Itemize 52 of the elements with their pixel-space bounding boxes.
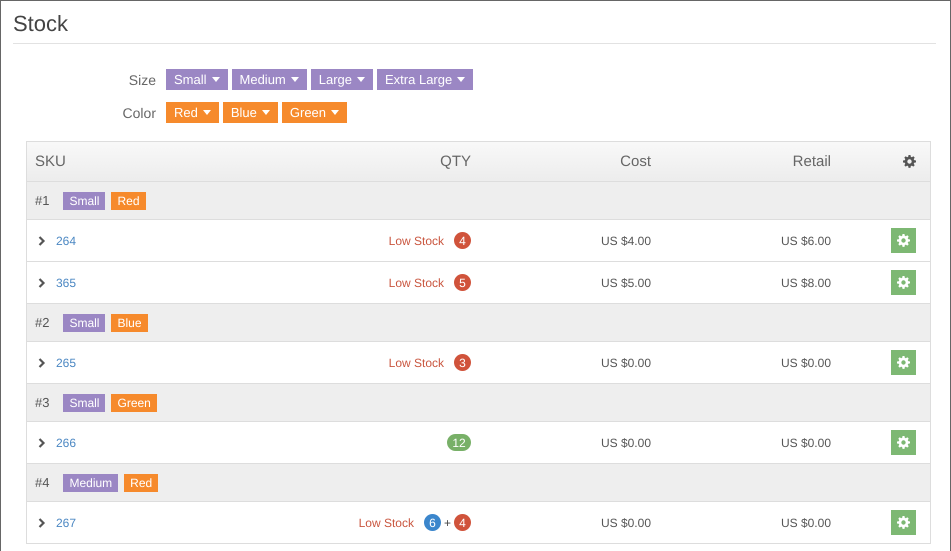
retail-cell: US $8.00 [780, 276, 831, 290]
filter-dropdown[interactable]: Small [166, 69, 228, 90]
filter-label: Color [122, 104, 156, 120]
sku-link[interactable]: 265 [56, 356, 76, 370]
cost-cell: US $0.00 [600, 516, 651, 530]
tag: Medium [63, 474, 118, 492]
column-header: QTY [440, 153, 471, 170]
sku-link[interactable]: 266 [56, 436, 76, 450]
cost-cell: US $0.00 [600, 436, 651, 450]
count-badge: 6 [424, 514, 441, 531]
tag: Green [111, 394, 157, 412]
count-badge: 12 [447, 434, 471, 451]
filter-dropdown[interactable]: Green [282, 102, 348, 123]
count-badge: 5 [454, 274, 471, 291]
plus-sign: + [444, 516, 451, 530]
column-header: SKU [35, 153, 67, 170]
group-label: #1 [35, 193, 50, 208]
tag: Red [124, 474, 158, 492]
count-badge: 4 [454, 514, 471, 531]
stock-status: Low Stock [358, 516, 414, 530]
tag: Red [111, 192, 146, 210]
filter-dropdown[interactable]: Large [310, 69, 374, 90]
cost-cell: US $5.00 [600, 276, 651, 290]
retail-cell: US $0.00 [780, 516, 831, 530]
filter-dropdown[interactable]: Extra Large [377, 69, 474, 90]
filter-dropdown[interactable]: Red [166, 102, 219, 123]
cost-cell: US $4.00 [600, 234, 651, 248]
sku-link[interactable]: 267 [56, 516, 76, 530]
stock-status: Low Stock [388, 234, 444, 248]
count-badge: 4 [454, 232, 471, 249]
group-label: #2 [35, 315, 50, 330]
stock-status: Low Stock [388, 276, 444, 290]
group-label: #4 [35, 475, 50, 490]
filter-label: Size [128, 72, 156, 88]
column-header: Retail [792, 153, 831, 170]
tag: Small [63, 314, 106, 332]
tag: Small [63, 394, 106, 412]
cost-cell: US $0.00 [600, 356, 651, 370]
filter-dropdown[interactable]: Blue [222, 102, 278, 123]
stock-status: Low Stock [388, 356, 444, 370]
retail-cell: US $0.00 [780, 436, 831, 450]
column-header: Cost [620, 153, 651, 170]
retail-cell: US $6.00 [780, 234, 831, 248]
tag: Small [63, 192, 106, 210]
count-badge: 3 [454, 354, 471, 371]
sku-link[interactable]: 365 [56, 276, 76, 290]
tag: Blue [111, 314, 148, 332]
group-label: #3 [35, 395, 50, 410]
page-title: Stock [13, 11, 936, 44]
sku-link[interactable]: 264 [56, 234, 76, 248]
retail-cell: US $0.00 [780, 356, 831, 370]
filter-dropdown[interactable]: Medium [232, 69, 307, 90]
